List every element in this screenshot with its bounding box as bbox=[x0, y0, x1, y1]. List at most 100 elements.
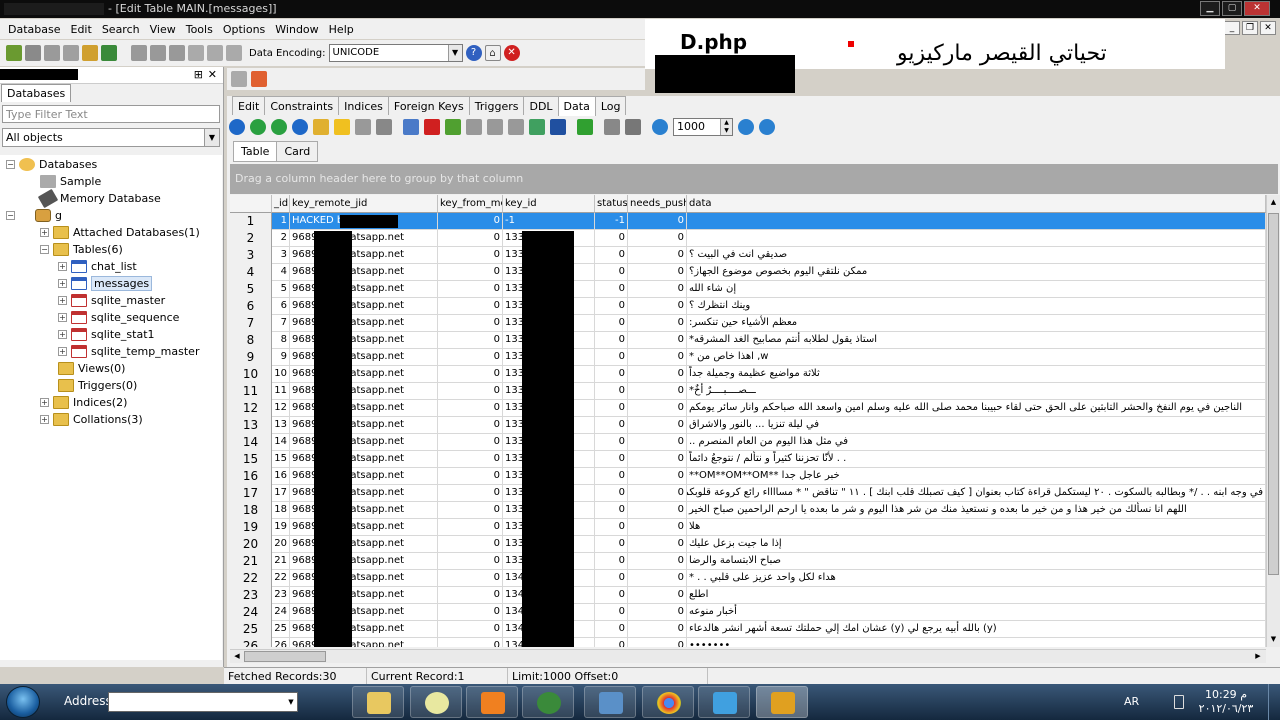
table-row[interactable]: 449689@s.whatsapp.net0133-700ممكن نلتقي … bbox=[230, 264, 1266, 281]
table-row[interactable]: 779689@s.whatsapp.net013300معظم الأشياء … bbox=[230, 315, 1266, 332]
cell-status[interactable]: 0 bbox=[595, 502, 628, 519]
tab-indices[interactable]: Indices bbox=[338, 96, 389, 115]
last-record-icon[interactable] bbox=[292, 119, 308, 135]
import-icon[interactable] bbox=[529, 119, 545, 135]
table-row[interactable]: 10109689@s.whatsapp.net0133 200ثلاثة موا… bbox=[230, 366, 1266, 383]
tree-node-sqlite-sequence[interactable]: + sqlite_sequence bbox=[58, 309, 179, 325]
cell-needs-push[interactable]: 0 bbox=[628, 587, 687, 604]
tab-constraints[interactable]: Constraints bbox=[264, 96, 340, 115]
cell-needs-push[interactable]: 0 bbox=[628, 468, 687, 485]
filter-icon[interactable] bbox=[63, 45, 79, 61]
tab-log[interactable]: Log bbox=[594, 96, 627, 115]
tree-node-sample[interactable]: Sample bbox=[40, 173, 101, 189]
mdi-restore-button[interactable]: ❐ bbox=[1242, 21, 1258, 35]
subtab-card[interactable]: Card bbox=[276, 141, 319, 162]
cell-status[interactable]: 0 bbox=[595, 638, 628, 647]
cell-needs-push[interactable]: 0 bbox=[628, 570, 687, 587]
delete-record-icon[interactable] bbox=[424, 119, 440, 135]
cell-data[interactable]: استاذ يقول لطلابه أنتم مصابيح الغد المشر… bbox=[687, 332, 1266, 349]
clock[interactable]: 10:29 م ٢٠١٢/٠٦/٢٣ bbox=[1190, 688, 1262, 716]
row-number[interactable]: 19 bbox=[230, 519, 272, 536]
cell-key-from-me[interactable]: 0 bbox=[438, 349, 503, 366]
cell-key-from-me[interactable]: 0 bbox=[438, 485, 503, 502]
pin-icon[interactable]: ⊞ bbox=[194, 68, 203, 81]
cell-id[interactable]: 17 bbox=[272, 485, 290, 502]
row-number[interactable]: 22 bbox=[230, 570, 272, 587]
prev-record-icon[interactable] bbox=[250, 119, 266, 135]
stop-icon[interactable]: ✕ bbox=[503, 45, 520, 61]
cell-needs-push[interactable]: 0 bbox=[628, 604, 687, 621]
row-number[interactable]: 17 bbox=[230, 485, 272, 502]
cell-key-from-me[interactable]: 0 bbox=[438, 400, 503, 417]
table-row[interactable]: 19199689@s.whatsapp.net013300هلا bbox=[230, 519, 1266, 536]
table-row[interactable]: 22229689@s.whatsapp.net0134-5400هداء لكل… bbox=[230, 570, 1266, 587]
star-icon[interactable] bbox=[334, 119, 350, 135]
cell-data[interactable]: ••••••• bbox=[687, 638, 1266, 647]
expand-icon[interactable]: + bbox=[58, 278, 67, 288]
language-indicator[interactable]: AR bbox=[1124, 695, 1139, 708]
first-record-icon[interactable] bbox=[229, 119, 245, 135]
cell-data[interactable]: w, اهذا خاص من * bbox=[687, 349, 1266, 366]
maximize-button[interactable]: ▢ bbox=[1222, 1, 1242, 16]
cell-key-from-me[interactable]: 0 bbox=[438, 621, 503, 638]
close-button[interactable]: ✕ bbox=[1244, 1, 1270, 16]
cell-id[interactable]: 12 bbox=[272, 400, 290, 417]
taskbar-app2[interactable] bbox=[410, 686, 462, 718]
cell-key-remote-jid[interactable]: 9689@s.whatsapp.net bbox=[290, 570, 438, 587]
undo-icon[interactable] bbox=[207, 45, 223, 61]
close-icon[interactable]: ✕ bbox=[208, 68, 217, 81]
cell-id[interactable]: 19 bbox=[272, 519, 290, 536]
column-header-key-from-me[interactable]: key_from_me bbox=[438, 195, 503, 213]
cell-status[interactable]: 0 bbox=[595, 519, 628, 536]
cell-key-remote-jid[interactable]: 9689@s.whatsapp.net bbox=[290, 383, 438, 400]
cell-status[interactable]: 0 bbox=[595, 604, 628, 621]
cell-data[interactable]: إذا ما جيت بزعل عليك bbox=[687, 536, 1266, 553]
edit-icon[interactable] bbox=[101, 45, 117, 61]
cell-key-from-me[interactable]: 0 bbox=[438, 298, 503, 315]
table-row[interactable]: 11119689@s.whatsapp.net013300ـــصــــبــ… bbox=[230, 383, 1266, 400]
object-filter-select[interactable]: All objects ▼ bbox=[2, 128, 220, 147]
taskbar-messenger[interactable] bbox=[698, 686, 750, 718]
cell-key-remote-jid[interactable]: 9689@s.whatsapp.net bbox=[290, 417, 438, 434]
cell-data[interactable]: ممكن نلتقي اليوم بخصوص موضوع الجهاز؟ bbox=[687, 264, 1266, 281]
row-number[interactable]: 14 bbox=[230, 434, 272, 451]
cell-needs-push[interactable]: 0 bbox=[628, 536, 687, 553]
cell-id[interactable]: 6 bbox=[272, 298, 290, 315]
taskbar-window[interactable] bbox=[584, 686, 636, 718]
cell-key-remote-jid[interactable]: 9689@s.whatsapp.net bbox=[290, 502, 438, 519]
delete-icon[interactable] bbox=[188, 45, 204, 61]
remove-database-icon[interactable] bbox=[25, 45, 41, 61]
register-icon[interactable] bbox=[82, 45, 98, 61]
cell-status[interactable]: 0 bbox=[595, 451, 628, 468]
cell-data[interactable]: اللهم انا نسألك من خير هذا و من خير ما ب… bbox=[687, 502, 1266, 519]
table-row[interactable]: 24249689@s.whatsapp.net013400أخبار منوعه bbox=[230, 604, 1266, 621]
expand-icon[interactable]: + bbox=[58, 261, 67, 271]
start-button[interactable] bbox=[6, 686, 40, 718]
tree-node-sqlite-master[interactable]: + sqlite_master bbox=[58, 292, 165, 308]
tab-data[interactable]: Data bbox=[557, 96, 596, 116]
tree-node-attached-databases[interactable]: + Attached Databases(1) bbox=[40, 224, 200, 240]
cell-key-remote-jid[interactable]: 9689@s.whatsapp.net bbox=[290, 553, 438, 570]
export-icon[interactable] bbox=[577, 119, 593, 135]
open-database-icon[interactable] bbox=[44, 45, 60, 61]
cell-id[interactable]: 16 bbox=[272, 468, 290, 485]
encoding-select[interactable]: UNICODE ▼ bbox=[328, 44, 463, 62]
cell-data[interactable]: اطلع bbox=[687, 587, 1266, 604]
cell-status[interactable]: 0 bbox=[595, 281, 628, 298]
cell-data[interactable]: . . لأنّا تحزننا كثيراً و نتألم / نتوجعُ… bbox=[687, 451, 1266, 468]
taskbar-sqlite-app[interactable] bbox=[756, 686, 808, 718]
row-number[interactable]: 21 bbox=[230, 553, 272, 570]
table-row[interactable]: 669689@s.whatsapp.net013300وينك انتظرك ؟ bbox=[230, 298, 1266, 315]
cell-status[interactable]: 0 bbox=[595, 315, 628, 332]
cell-id[interactable]: 25 bbox=[272, 621, 290, 638]
table-row[interactable]: 15159689@s.whatsapp.net013300. . لأنّا ت… bbox=[230, 451, 1266, 468]
cell-data[interactable] bbox=[687, 213, 1266, 230]
cell-id[interactable]: 10 bbox=[272, 366, 290, 383]
row-number[interactable]: 10 bbox=[230, 366, 272, 383]
table-row[interactable]: 559689@s.whatsapp.net0133-800إن شاء الله bbox=[230, 281, 1266, 298]
refresh-icon[interactable] bbox=[251, 71, 267, 87]
cell-key-remote-jid[interactable]: 9689@s.whatsapp.net bbox=[290, 349, 438, 366]
row-number[interactable]: 16 bbox=[230, 468, 272, 485]
tab-databases[interactable]: Databases bbox=[1, 84, 72, 102]
cell-status[interactable]: 0 bbox=[595, 621, 628, 638]
